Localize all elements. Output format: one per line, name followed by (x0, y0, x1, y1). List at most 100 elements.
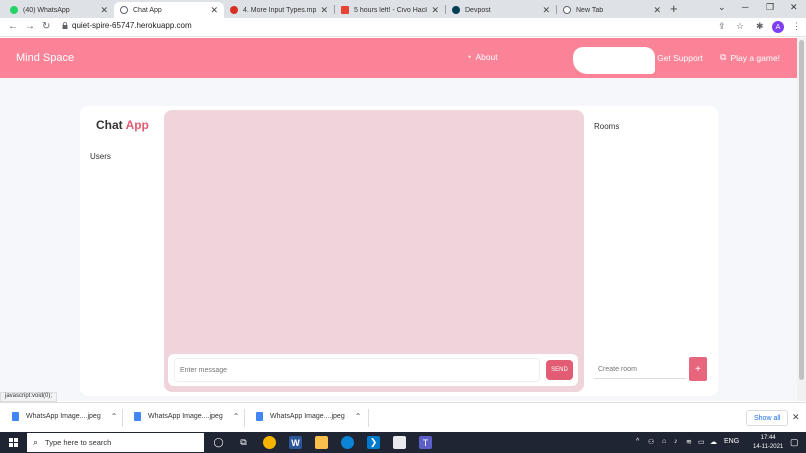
create-room-input[interactable] (594, 361, 686, 379)
chat-card: Chat App Users SEND Rooms + (80, 106, 718, 396)
tab-title: Chat App (133, 6, 162, 14)
tab-chat-app[interactable]: Chat App ✕ (114, 2, 224, 18)
download-separator (368, 409, 369, 427)
devpost-icon (452, 6, 460, 14)
url-text: quiet-spire-65747.herokuapp.com (72, 21, 192, 30)
tab-new-tab[interactable]: New Tab ✕ (557, 2, 667, 18)
image-file-icon (256, 412, 263, 421)
chat-bubble-indicator (573, 47, 655, 74)
tab-youtube[interactable]: 4. More Input Types.mp4 - Y ✕ (224, 2, 334, 18)
reload-icon[interactable]: ↻ (42, 21, 50, 32)
chevron-up-icon[interactable]: ⌃ (111, 412, 118, 421)
chevron-up-icon[interactable]: ⌃ (355, 412, 362, 421)
browser-tab-strip: (40) WhatsApp ✕ Chat App ✕ 4. More Input… (0, 0, 806, 18)
restore-icon[interactable]: ❐ (766, 2, 774, 13)
close-tab-icon[interactable]: ✕ (210, 5, 218, 16)
onedrive-icon[interactable]: ☁ (710, 438, 717, 446)
file-explorer-icon[interactable] (315, 436, 328, 449)
download-item[interactable]: WhatsApp Image....jpeg ⌃ (134, 412, 239, 421)
volume-icon[interactable]: ♪ (674, 438, 678, 445)
taskbar-clock[interactable]: 17:44 14-11-2021 (753, 434, 783, 452)
new-tab-icon[interactable]: + (670, 1, 678, 16)
download-item[interactable]: WhatsApp Image....jpeg ⌃ (12, 412, 117, 421)
send-button[interactable]: SEND (546, 360, 573, 380)
network-icon[interactable]: ⌂ (662, 438, 666, 445)
scrollbar-thumb[interactable] (799, 40, 804, 380)
tab-title: 4. More Input Types.mp4 - Y (243, 6, 317, 14)
download-item[interactable]: WhatsApp Image....jpeg ⌃ (256, 412, 361, 421)
vscode-icon[interactable]: ❯ (367, 436, 380, 449)
close-download-bar-icon[interactable]: ✕ (792, 412, 800, 423)
app-navbar: Mind Space ◔ About ☰ Get Support ⧉ Play … (0, 38, 797, 78)
word-icon[interactable]: W (289, 436, 302, 449)
download-separator (244, 409, 245, 427)
close-tab-icon[interactable]: ✕ (653, 5, 661, 16)
page-scrollbar[interactable] (797, 38, 806, 401)
task-view-icon[interactable]: ⧉ (237, 436, 250, 449)
profile-avatar[interactable]: A (772, 21, 784, 33)
dashboard-icon: ◔ (466, 52, 472, 62)
windows-start-icon[interactable] (9, 438, 18, 447)
nav-support-label: Get Support (657, 52, 703, 63)
close-tab-icon[interactable]: ✕ (320, 5, 328, 16)
forward-icon[interactable]: → (25, 21, 35, 32)
nav-get-support[interactable]: ☰ Get Support (645, 52, 703, 63)
chevron-up-icon[interactable]: ⌃ (233, 412, 240, 421)
share-icon[interactable]: ⇪ (718, 21, 726, 32)
download-filename: WhatsApp Image....jpeg (26, 413, 101, 420)
edge-icon[interactable] (341, 436, 354, 449)
chat-app-title: Chat App (96, 118, 149, 132)
store-icon[interactable] (393, 436, 406, 449)
image-file-icon (12, 412, 19, 421)
tab-title: Devpost (465, 6, 491, 14)
tab-whatsapp[interactable]: (40) WhatsApp ✕ (4, 2, 114, 18)
brand-logo[interactable]: Mind Space (16, 52, 74, 64)
tab-gmail[interactable]: 5 hours left! - Civo Hackath ✕ (335, 2, 445, 18)
show-all-button[interactable]: Show all (746, 410, 789, 426)
extensions-icon[interactable]: ✱ (756, 21, 764, 32)
tab-title: (40) WhatsApp (23, 6, 70, 14)
gmail-icon (341, 6, 349, 14)
nav-about[interactable]: ◔ About (466, 52, 498, 62)
url-field[interactable]: quiet-spire-65747.herokuapp.com (60, 21, 192, 30)
title-prefix: Chat (96, 118, 123, 132)
windows-taskbar: ⌕ Type here to search ◯ ⧉ W ❯ T ^ ⚇ ⌂ ♪ … (0, 432, 806, 453)
people-icon[interactable]: ⚇ (648, 438, 654, 446)
teams-icon[interactable]: T (419, 436, 432, 449)
copy-icon: ⧉ (720, 52, 727, 62)
tab-title: 5 hours left! - Civo Hackath (354, 6, 428, 14)
status-bar-url: javascript:void(0); (0, 392, 58, 402)
add-room-button[interactable]: + (689, 357, 707, 381)
minimize-icon[interactable]: ─ (742, 2, 748, 12)
close-tab-icon[interactable]: ✕ (431, 5, 439, 16)
nav-game-label: Play a game! (730, 52, 781, 63)
message-composer: SEND (168, 354, 578, 386)
download-separator (122, 409, 123, 427)
nav-play-game[interactable]: ⧉ Play a game! (720, 52, 780, 63)
whatsapp-icon (10, 6, 18, 14)
tab-devpost[interactable]: Devpost ✕ (446, 2, 556, 18)
notifications-icon[interactable]: ▢ (790, 437, 799, 448)
close-tab-icon[interactable]: ✕ (542, 5, 550, 16)
bookmark-star-icon[interactable]: ☆ (736, 21, 744, 32)
close-tab-icon[interactable]: ✕ (100, 5, 108, 16)
list-icon: ☰ (645, 52, 654, 62)
close-window-icon[interactable]: ✕ (790, 2, 798, 13)
back-icon[interactable]: ← (8, 21, 18, 32)
wifi-icon[interactable]: ≋ (686, 438, 692, 446)
download-filename: WhatsApp Image....jpeg (270, 413, 345, 420)
address-bar: ← → ↻ quiet-spire-65747.herokuapp.com ⇪ … (0, 18, 806, 37)
message-input[interactable] (174, 358, 540, 382)
tray-chevron-icon[interactable]: ^ (636, 438, 639, 445)
language-indicator[interactable]: ENG (724, 438, 739, 445)
search-icon: ⌕ (33, 437, 39, 447)
menu-icon[interactable]: ⋮ (792, 21, 801, 32)
youtube-icon (230, 6, 238, 14)
taskbar-search[interactable]: ⌕ Type here to search (27, 433, 204, 452)
tab-search-chevron-icon[interactable]: ⌄ (718, 2, 726, 13)
download-filename: WhatsApp Image....jpeg (148, 413, 223, 420)
message-pane: SEND (164, 110, 584, 392)
chrome-icon[interactable] (263, 436, 276, 449)
battery-icon[interactable]: ▭ (698, 438, 705, 446)
cortana-icon[interactable]: ◯ (212, 436, 225, 449)
